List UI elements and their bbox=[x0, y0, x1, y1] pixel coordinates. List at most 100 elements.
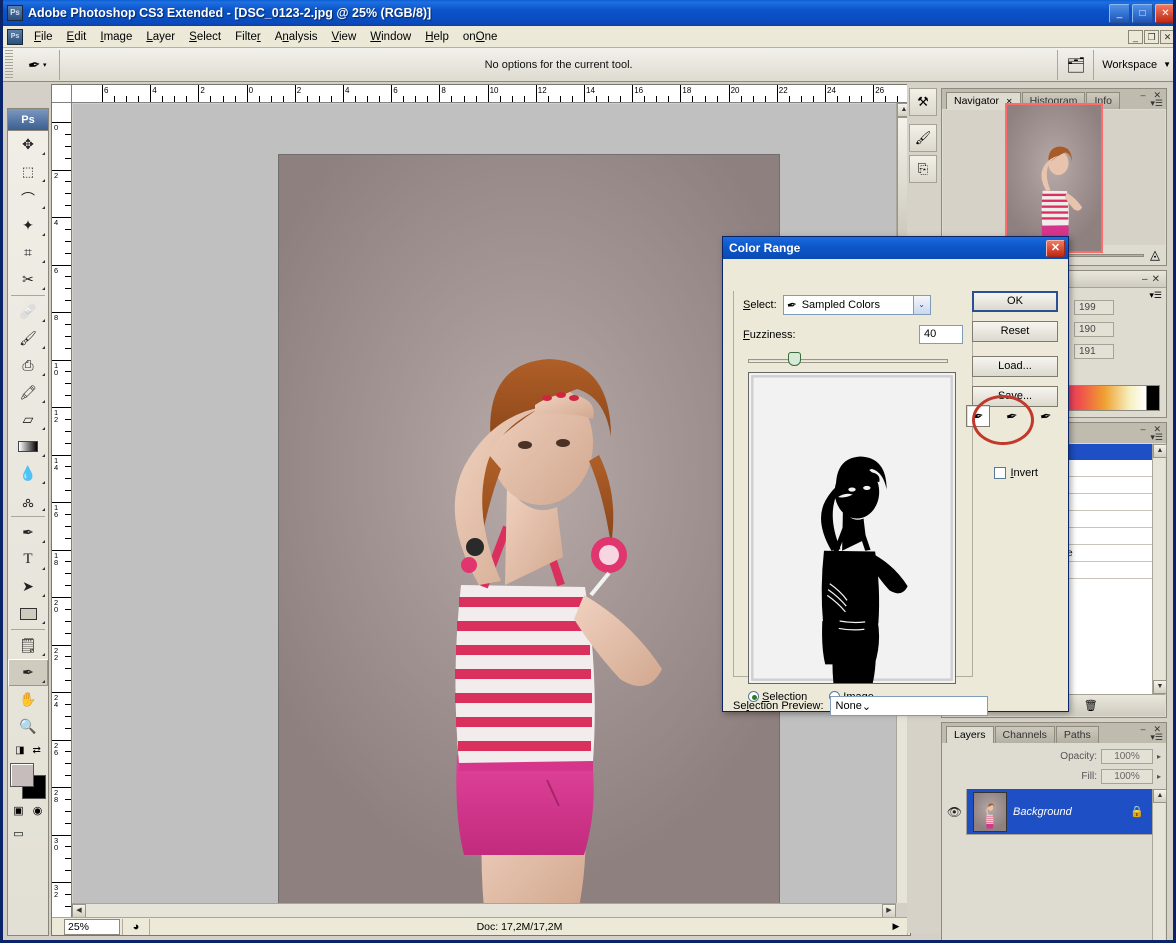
color-panel-menu[interactable]: ▾☰ bbox=[1149, 290, 1162, 301]
color-range-preview[interactable] bbox=[748, 372, 956, 684]
menu-select[interactable]: Select bbox=[182, 28, 228, 46]
color-panel-close-button[interactable]: ✕ bbox=[1152, 274, 1160, 285]
menu-filter[interactable]: Filter bbox=[228, 28, 268, 46]
status-flyout-arrow[interactable]: ▶ bbox=[887, 921, 905, 932]
navigator-minimize-button[interactable]: – bbox=[1138, 90, 1147, 101]
options-bar-gripper[interactable] bbox=[5, 50, 13, 80]
current-tool-preview[interactable]: ✒ ▾ bbox=[16, 50, 60, 80]
zoom-tool[interactable]: 🔍 bbox=[8, 713, 48, 740]
lasso-tool[interactable]: ⌒ bbox=[8, 185, 48, 212]
healing-brush-tool[interactable]: 🩹 bbox=[8, 298, 48, 325]
default-colors-icon[interactable]: ◨ bbox=[15, 745, 24, 756]
workspace-button[interactable]: Workspace ▼ bbox=[1093, 50, 1176, 80]
preview-icon[interactable]: ◕ bbox=[125, 921, 147, 933]
eyedropper-sample-button[interactable]: ✒ bbox=[966, 405, 990, 427]
navigator-view-box[interactable] bbox=[1005, 103, 1103, 253]
zoom-level-input[interactable]: 25% bbox=[64, 919, 120, 935]
foreground-color-swatch[interactable] bbox=[10, 763, 34, 787]
eye-icon[interactable]: 👁 bbox=[943, 789, 967, 835]
red-channel-value[interactable]: 199 bbox=[1074, 300, 1114, 315]
dodge-tool[interactable]: 🝆 bbox=[8, 487, 48, 514]
scroll-left-arrow[interactable]: ◀ bbox=[72, 904, 86, 918]
magic-wand-tool[interactable]: ✦ bbox=[8, 212, 48, 239]
pen-tool[interactable]: ✒ bbox=[8, 519, 48, 546]
navigator-thumbnail-area[interactable] bbox=[943, 110, 1165, 245]
ruler-corner[interactable] bbox=[52, 85, 72, 103]
color-panel-minimize-button[interactable]: – bbox=[1142, 274, 1148, 285]
screen-mode-button[interactable]: ▭ bbox=[9, 823, 28, 843]
opacity-field[interactable]: 100% bbox=[1101, 749, 1153, 764]
menu-onone[interactable]: onOne bbox=[456, 28, 505, 46]
green-channel-value[interactable]: 190 bbox=[1074, 322, 1114, 337]
invert-row[interactable]: Invert bbox=[994, 467, 1038, 479]
minimize-button[interactable]: _ bbox=[1109, 4, 1130, 23]
actions-close-button[interactable]: ✕ bbox=[1151, 424, 1163, 435]
color-swatches[interactable] bbox=[9, 762, 47, 800]
blue-channel-value[interactable]: 191 bbox=[1074, 344, 1114, 359]
doc-close-button[interactable]: ✕ bbox=[1160, 30, 1175, 44]
maximize-button[interactable]: □ bbox=[1132, 4, 1153, 23]
invert-checkbox[interactable] bbox=[994, 467, 1006, 479]
brushes-dock-icon[interactable]: 🖌 bbox=[909, 124, 937, 152]
save-button[interactable]: Save... bbox=[972, 386, 1058, 407]
chevron-down-icon[interactable]: ⌄ bbox=[913, 296, 930, 314]
tab-paths[interactable]: Paths bbox=[1056, 726, 1099, 743]
chevron-down-icon[interactable]: ⌄ bbox=[862, 700, 871, 713]
tools-dock-icon[interactable]: ⚒ bbox=[909, 88, 937, 116]
fuzziness-slider-thumb[interactable] bbox=[788, 352, 801, 366]
menu-image[interactable]: Image bbox=[93, 28, 139, 46]
tab-channels[interactable]: Channels bbox=[995, 726, 1055, 743]
brush-tool[interactable]: 🖌 bbox=[8, 325, 48, 352]
rectangular-marquee-tool[interactable]: ⬚ bbox=[8, 158, 48, 185]
fuzziness-slider[interactable] bbox=[748, 359, 948, 363]
canvas-horizontal-scrollbar[interactable]: ◀ ▶ bbox=[72, 903, 896, 917]
eyedropper-tool[interactable]: ✒ bbox=[8, 659, 48, 686]
document-icon[interactable]: Ps bbox=[7, 29, 23, 45]
notes-tool[interactable]: 🗒 bbox=[8, 632, 48, 659]
bridge-button[interactable]: 🗂 bbox=[1057, 50, 1093, 80]
doc-restore-button[interactable]: ❐ bbox=[1144, 30, 1159, 44]
slice-tool[interactable]: ✂ bbox=[8, 266, 48, 293]
gradient-tool[interactable] bbox=[8, 433, 48, 460]
crop-tool[interactable]: ⌗ bbox=[8, 239, 48, 266]
menu-window[interactable]: Window bbox=[363, 28, 418, 46]
layers-minimize-button[interactable]: – bbox=[1138, 724, 1147, 735]
actions-scroll-up-arrow[interactable]: ▲ bbox=[1153, 444, 1167, 458]
hand-tool[interactable]: ✋ bbox=[8, 686, 48, 713]
vertical-ruler[interactable]: 024681 01 21 41 61 82 02 22 42 62 83 03 … bbox=[52, 103, 72, 917]
selection-preview-dropdown[interactable]: None ⌄ bbox=[830, 696, 988, 716]
clone-source-dock-icon[interactable]: ⎘ bbox=[909, 155, 937, 183]
select-dropdown[interactable]: ✒ Sampled Colors ⌄ bbox=[783, 295, 931, 315]
fill-field[interactable]: 100% bbox=[1101, 769, 1153, 784]
fill-flyout-arrow[interactable]: ▸ bbox=[1157, 772, 1161, 781]
actions-scrollbar[interactable]: ▲ ▼ bbox=[1152, 444, 1165, 694]
canvas-image[interactable] bbox=[278, 154, 780, 903]
reset-button[interactable]: Reset bbox=[972, 321, 1058, 342]
eraser-tool[interactable]: ▱ bbox=[8, 406, 48, 433]
horizontal-ruler[interactable]: 64202468101214161820222426 bbox=[72, 85, 910, 103]
doc-minimize-button[interactable]: _ bbox=[1128, 30, 1143, 44]
layers-scrollbar[interactable]: ▲ bbox=[1152, 789, 1165, 943]
actions-minimize-button[interactable]: – bbox=[1138, 424, 1147, 435]
menu-view[interactable]: View bbox=[325, 28, 364, 46]
menu-layer[interactable]: Layer bbox=[139, 28, 182, 46]
layers-close-button[interactable]: ✕ bbox=[1151, 724, 1163, 735]
close-button[interactable]: ✕ bbox=[1155, 4, 1176, 23]
load-button[interactable]: Load... bbox=[972, 356, 1058, 377]
menu-analysis[interactable]: Analysis bbox=[268, 28, 325, 46]
color-range-title-bar[interactable]: Color Range ✕ bbox=[723, 237, 1068, 259]
opacity-flyout-arrow[interactable]: ▸ bbox=[1157, 752, 1161, 761]
actions-scroll-down-arrow[interactable]: ▼ bbox=[1153, 680, 1167, 694]
type-tool[interactable]: T bbox=[8, 546, 48, 573]
eyedropper-subtract-button[interactable]: ✒ bbox=[1034, 405, 1058, 427]
clone-stamp-tool[interactable]: ⎙ bbox=[8, 352, 48, 379]
color-range-close-button[interactable]: ✕ bbox=[1046, 240, 1065, 257]
eyedropper-add-button[interactable]: ✒ bbox=[1000, 405, 1024, 427]
scroll-right-arrow[interactable]: ▶ bbox=[882, 904, 896, 918]
delete-icon[interactable]: 🗑 bbox=[1084, 699, 1098, 712]
rectangle-shape-tool[interactable] bbox=[8, 600, 48, 627]
navigator-close-button[interactable]: ✕ bbox=[1151, 90, 1163, 101]
menu-file[interactable]: File bbox=[27, 28, 60, 46]
move-tool[interactable]: ✥ bbox=[8, 131, 48, 158]
swap-colors-icon[interactable]: ⇄ bbox=[33, 745, 41, 756]
